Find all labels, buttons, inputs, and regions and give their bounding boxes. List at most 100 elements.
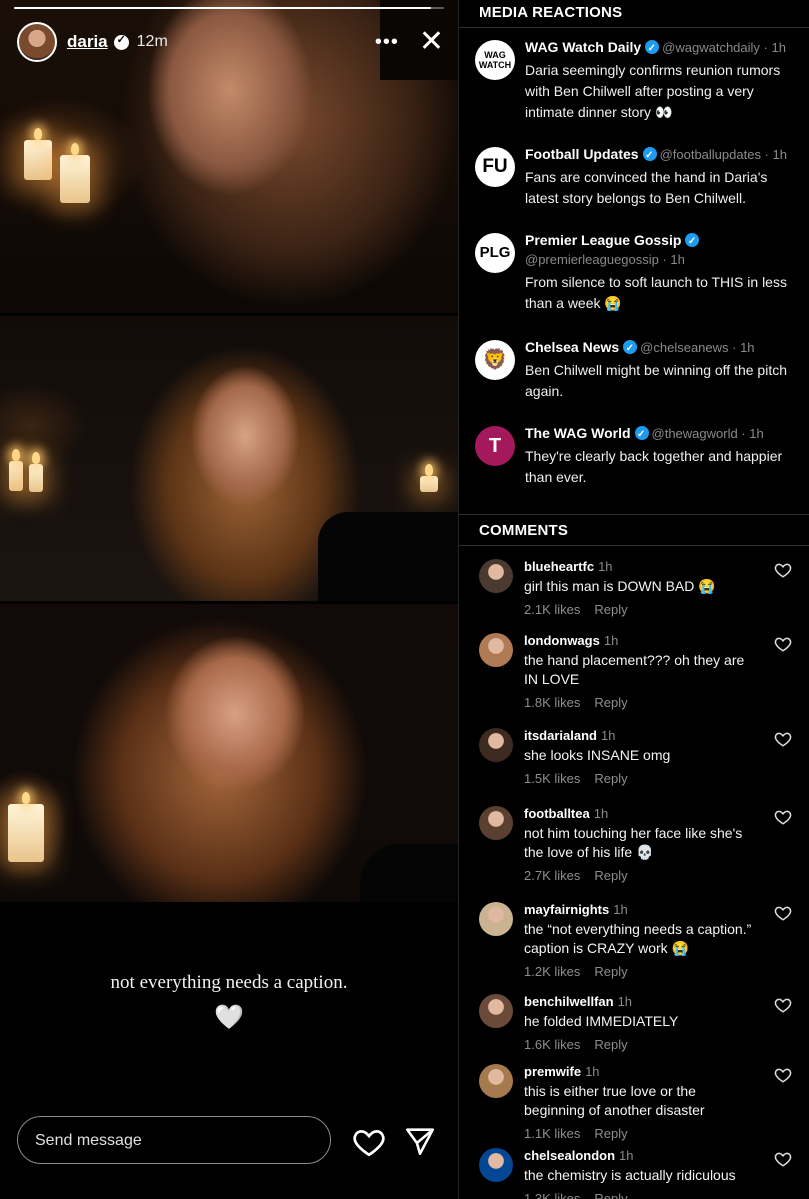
comment-text: the “not everything needs a caption.” ca… [524, 921, 752, 956]
story-photo-3 [0, 604, 458, 902]
outlet-name[interactable]: Chelsea News [525, 339, 619, 355]
reaction-text: They're clearly back together and happie… [525, 448, 783, 485]
avatar[interactable] [479, 633, 513, 667]
candle [420, 464, 438, 492]
comment-header: premwife 1h [524, 1064, 759, 1080]
comment-username[interactable]: blueheartfc [524, 559, 594, 574]
outlet-name[interactable]: Football Updates [525, 146, 639, 162]
like-heart-icon[interactable] [774, 1150, 792, 1168]
reaction-header: Chelsea News @chelseanews · 1h [525, 338, 803, 358]
heart-icon[interactable] [352, 1125, 386, 1159]
comment-time: 1h [593, 806, 609, 821]
like-heart-icon[interactable] [774, 904, 792, 922]
comment-likes[interactable]: 1.5K likes [524, 771, 580, 786]
comment-text: the hand placement??? oh they are IN LOV… [524, 652, 745, 687]
reply-button[interactable]: Reply [594, 1126, 627, 1141]
comment-time: 1h [617, 994, 633, 1009]
comment-header: chelsealondon 1h [524, 1148, 759, 1164]
reaction-body: The WAG World @thewagworld · 1h They're cl… [525, 424, 803, 488]
comment-meta: 1.1K likes Reply [524, 1126, 759, 1141]
comment-likes[interactable]: 1.1K likes [524, 1126, 580, 1141]
comment-text: not him touching her face like she's the… [524, 825, 743, 860]
reaction-header: The WAG World @thewagworld · 1h [525, 424, 803, 444]
reply-button[interactable]: Reply [594, 771, 627, 786]
story-caption: not everything needs a caption. [110, 972, 348, 993]
avatar[interactable] [479, 728, 513, 762]
like-heart-icon[interactable] [774, 996, 792, 1014]
caption-emoji: 🤍 [214, 1004, 244, 1031]
reply-button[interactable]: Reply [594, 1191, 627, 1199]
reply-button[interactable]: Reply [594, 964, 627, 979]
comment-header: itsdarialand 1h [524, 728, 759, 744]
comment-username[interactable]: londonwags [524, 633, 600, 648]
close-icon[interactable]: ✕ [419, 27, 444, 57]
comment-likes[interactable]: 2.1K likes [524, 602, 580, 617]
reaction-body: Chelsea News @chelseanews · 1h Ben Chilwel… [525, 338, 803, 402]
outlet-logo: PLG [475, 233, 515, 273]
outlet-logo: 🦁 [475, 340, 515, 380]
comment-header: footballtea 1h [524, 806, 759, 822]
avatar[interactable] [479, 1148, 513, 1182]
outlet-name[interactable]: The WAG World [525, 425, 631, 441]
reply-button[interactable]: Reply [594, 695, 627, 710]
comment-meta: 1.2K likes Reply [524, 964, 759, 979]
comment-username[interactable]: footballtea [524, 806, 590, 821]
comment-likes[interactable]: 1.6K likes [524, 1037, 580, 1052]
outlet-handle[interactable]: @footballupdates · 1h [660, 147, 787, 162]
outlet-handle[interactable]: @chelseanews · 1h [640, 340, 754, 355]
comment-text: girl this man is DOWN BAD 😭 [524, 578, 716, 594]
like-heart-icon[interactable] [774, 561, 792, 579]
like-heart-icon[interactable] [774, 808, 792, 826]
send-icon[interactable] [403, 1124, 437, 1158]
reaction-body: Premier League Gossip @premierleaguegossi… [525, 231, 803, 314]
like-heart-icon[interactable] [774, 730, 792, 748]
reply-button[interactable]: Reply [594, 1037, 627, 1052]
outlet-handle[interactable]: @premierleaguegossip · 1h [525, 250, 803, 269]
candle [24, 128, 52, 180]
comment-likes[interactable]: 1.3K likes [524, 1191, 580, 1199]
comment-body: premwife 1h this is either true love or th… [524, 1064, 759, 1141]
comment-username[interactable]: mayfairnights [524, 902, 609, 917]
send-message-input[interactable]: Send message [17, 1116, 331, 1164]
reaction-text: Daria seemingly confirms reunion rumors … [525, 62, 781, 120]
comments-title: COMMENTS [479, 522, 569, 539]
comment-likes[interactable]: 2.7K likes [524, 868, 580, 883]
comment-time: 1h [619, 1148, 634, 1163]
comment-username[interactable]: premwife [524, 1064, 581, 1079]
avatar[interactable] [479, 902, 513, 936]
reaction-header: Premier League Gossip @premierleaguegossi… [525, 231, 803, 269]
avatar[interactable] [17, 22, 57, 62]
like-heart-icon[interactable] [774, 635, 792, 653]
avatar[interactable] [479, 559, 513, 593]
candle [29, 452, 43, 492]
comment-username[interactable]: benchilwellfan [524, 994, 614, 1009]
comment-username[interactable]: itsdarialand [524, 728, 597, 743]
comment-likes[interactable]: 1.8K likes [524, 695, 580, 710]
reply-button[interactable]: Reply [594, 602, 627, 617]
candle [60, 143, 90, 203]
comment-header: mayfairnights 1h [524, 902, 759, 918]
comment-text: he folded IMMEDIATELY [524, 1013, 679, 1029]
sleeve [318, 512, 458, 601]
comment-header: blueheartfc 1h [524, 559, 759, 575]
comment-username[interactable]: chelsealondon [524, 1148, 615, 1163]
avatar[interactable] [479, 806, 513, 840]
comment-likes[interactable]: 1.2K likes [524, 964, 580, 979]
avatar[interactable] [479, 1064, 513, 1098]
outlet-name[interactable]: Premier League Gossip [525, 232, 681, 248]
outlet-handle[interactable]: @thewagworld · 1h [652, 426, 764, 441]
outlet-name[interactable]: WAG Watch Daily [525, 39, 641, 55]
more-icon[interactable]: ••• [375, 32, 399, 52]
outlet-logo: WAG WATCH [475, 40, 515, 80]
like-heart-icon[interactable] [774, 1066, 792, 1084]
avatar[interactable] [479, 994, 513, 1028]
outlet-logo-text: PLG [479, 244, 511, 261]
reaction-header: Football Updates @footballupdates · 1h [525, 145, 803, 165]
reaction-header: WAG Watch Daily @wagwatchdaily · 1h [525, 38, 803, 58]
outlet-handle[interactable]: @wagwatchdaily · 1h [662, 40, 786, 55]
story-photo-2 [0, 316, 458, 601]
story-username[interactable]: daria [67, 32, 108, 52]
reply-button[interactable]: Reply [594, 868, 627, 883]
comment-body: londonwags 1h the hand placement??? oh the… [524, 633, 759, 710]
comment-text: the chemistry is actually ridiculous [524, 1167, 736, 1183]
